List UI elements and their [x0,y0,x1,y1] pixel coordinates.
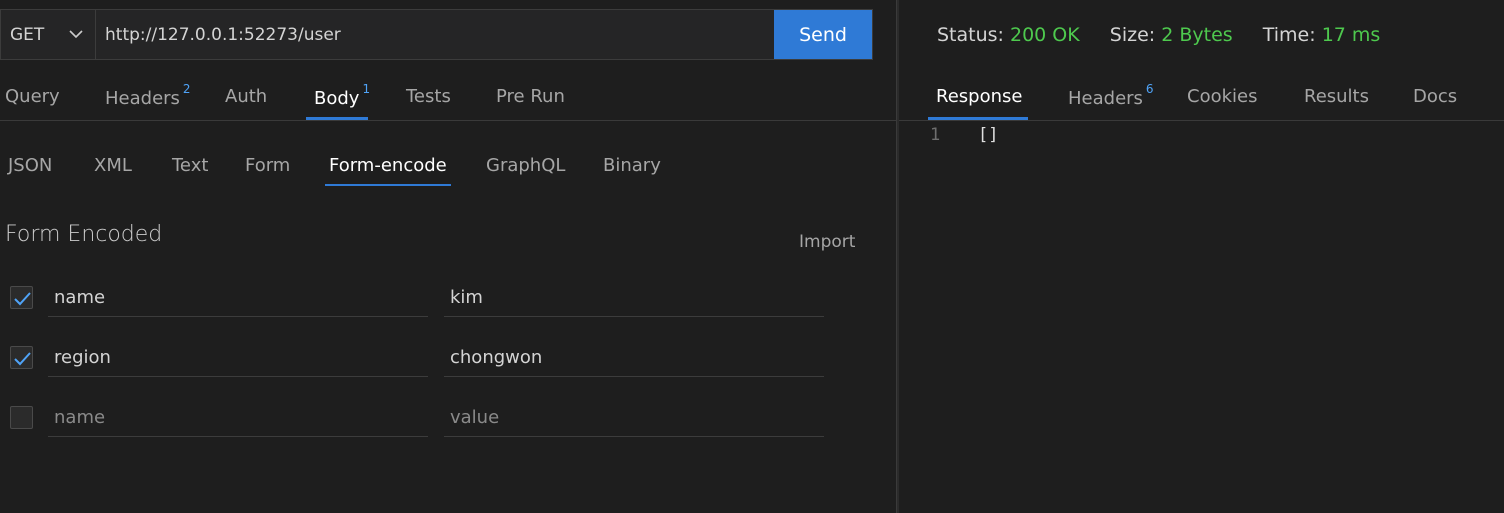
tab-badge: 1 [362,82,371,96]
value-field-placeholder[interactable]: value [444,399,824,437]
body-tab-xml[interactable]: XML [94,155,132,176]
url-input[interactable] [96,10,774,59]
tab-label: Response [936,86,1023,107]
tab-response[interactable]: Response [936,86,1022,107]
value-field[interactable]: chongwon [444,339,824,377]
response-tabs: Response Headers 6 Cookies Results Docs [899,78,1504,121]
form-row-empty: name value [0,399,830,439]
tab-label: Docs [1413,86,1458,107]
body-tab-form[interactable]: Form [245,155,290,176]
key-field[interactable]: name [48,279,428,317]
tab-results[interactable]: Results [1304,86,1369,107]
time-value: 17 ms [1321,24,1381,46]
tab-label: Tests [406,86,451,107]
checkmark-icon [14,352,31,366]
tab-label: Body [314,88,360,109]
chevron-down-icon [69,30,83,39]
body-tab-text[interactable]: Text [172,155,208,176]
tab-auth[interactable]: Auth [225,86,267,107]
tab-body[interactable]: Body 1 [314,82,370,109]
row-checkbox[interactable] [10,406,33,429]
body-tab-json[interactable]: JSON [8,155,52,176]
key-field[interactable]: region [48,339,428,377]
tab-label: Query [5,86,60,107]
active-response-tab-indicator [928,117,1028,120]
line-number: 1 [930,125,941,145]
request-tabs: Query Headers 2 Auth Body 1 Tests Pre Run [0,78,896,121]
method-select[interactable]: GET [1,10,96,59]
row-checkbox[interactable] [10,286,33,309]
tab-label: Headers [105,88,180,109]
row-checkbox[interactable] [10,346,33,369]
tab-label: Auth [225,86,268,107]
tab-label: Pre Run [496,86,565,107]
tab-headers[interactable]: Headers 2 [105,82,191,109]
tab-label: Results [1304,86,1369,107]
tab-response-headers[interactable]: Headers 6 [1068,82,1154,109]
body-tab-binary[interactable]: Binary [603,155,661,176]
form-row: name kim [0,279,830,319]
url-bar: GET Send [0,9,873,60]
tab-query[interactable]: Query [5,86,60,107]
tab-badge: 2 [182,82,191,96]
tab-tests[interactable]: Tests [406,86,451,107]
response-body[interactable]: [] [978,125,998,145]
request-pane: GET Send Query Headers2 Auth Body1 Tests… [0,0,896,513]
active-tab-indicator [306,117,368,120]
size-value: 2 Bytes [1161,24,1233,46]
active-body-tab-indicator [325,184,451,186]
send-button[interactable]: Send [774,10,872,59]
body-tab-form-encode[interactable]: Form-encode [329,155,447,176]
tab-pre-run[interactable]: Pre Run [496,86,565,107]
response-pane: Status: 200 OK Size: 2 Bytes Time: 17 ms… [899,0,1504,513]
tab-label: Cookies [1187,86,1258,107]
form-section-title: Form Encoded [5,222,163,247]
key-field-placeholder[interactable]: name [48,399,428,437]
import-button[interactable]: Import [799,232,855,252]
status-value: 200 OK [1010,24,1080,46]
tab-cookies[interactable]: Cookies [1187,86,1257,107]
tab-badge: 6 [1145,82,1154,96]
size-label: Size: [1109,24,1156,46]
status-label: Status: [937,24,1004,46]
method-label: GET [10,24,45,45]
form-row: region chongwon [0,339,830,379]
value-field[interactable]: kim [444,279,824,317]
checkmark-icon [14,292,31,306]
tab-label: Headers [1068,88,1143,109]
response-status-line: Status: 200 OK Size: 2 Bytes Time: 17 ms [937,24,1380,46]
body-tab-graphql[interactable]: GraphQL [486,155,565,176]
time-label: Time: [1262,24,1316,46]
tab-docs[interactable]: Docs [1413,86,1457,107]
